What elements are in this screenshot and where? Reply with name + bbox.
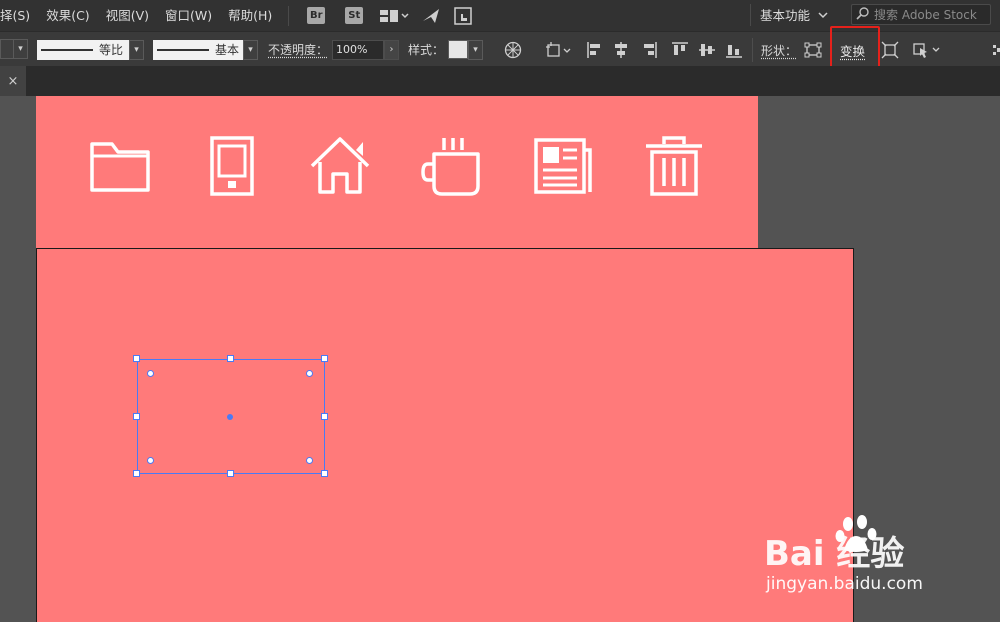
- style-label: 样式：: [408, 39, 444, 60]
- resize-handle-sw[interactable]: [133, 470, 140, 477]
- center-point: [227, 414, 233, 420]
- close-tab-icon[interactable]: ×: [0, 66, 26, 96]
- isolate-object-icon[interactable]: [881, 41, 899, 59]
- chevron-down-icon: [818, 7, 828, 22]
- watermark-url: jingyan.baidu.com: [766, 574, 923, 594]
- menu-effect[interactable]: 效果(C): [38, 0, 97, 31]
- brush-line-preview: [157, 49, 209, 51]
- opacity-label[interactable]: 不透明度：: [268, 39, 328, 60]
- select-similar-icon[interactable]: [912, 41, 942, 59]
- corner-widget-tl[interactable]: [147, 370, 154, 377]
- style-swatch: [448, 40, 468, 59]
- brush-dropdown-arrow[interactable]: ▾: [243, 40, 258, 60]
- document-tab-bar: ×: [0, 66, 1000, 96]
- stock-button[interactable]: St: [345, 7, 363, 24]
- bridge-button[interactable]: Br: [307, 7, 325, 24]
- menu-view[interactable]: 视图(V): [98, 0, 157, 31]
- opacity-arrow-button[interactable]: ›: [384, 40, 399, 60]
- search-input[interactable]: [874, 8, 992, 22]
- corner-widget-tr[interactable]: [306, 370, 313, 377]
- artboard-icons[interactable]: [36, 96, 758, 248]
- align-vertical-center-icon[interactable]: [698, 41, 716, 59]
- workspace-label: 基本功能: [760, 5, 810, 24]
- search-icon: [856, 6, 870, 23]
- resize-handle-se[interactable]: [321, 470, 328, 477]
- resize-handle-n[interactable]: [227, 355, 234, 362]
- canvas[interactable]: Bai 经验 jingyan.baidu.com: [0, 96, 1000, 622]
- opacity-control: ›: [332, 39, 399, 60]
- workspace-separator: [750, 4, 751, 26]
- stroke-weight-dropdown[interactable]: ▾: [13, 39, 28, 59]
- brush-label: 基本: [215, 41, 239, 58]
- home-icon: [308, 134, 372, 198]
- stock-search: [851, 4, 991, 25]
- gpu-performance-icon[interactable]: [419, 4, 443, 28]
- tablet-icon: [200, 134, 264, 198]
- corner-widget-bl[interactable]: [147, 457, 154, 464]
- coffee-cup-icon: [420, 134, 484, 198]
- trash-icon: [642, 134, 706, 198]
- stroke-weight-field[interactable]: [0, 39, 14, 59]
- profile-label: 等比: [99, 41, 123, 58]
- menu-select[interactable]: 择(S): [0, 0, 38, 31]
- workspace-switcher[interactable]: 基本功能: [760, 5, 828, 24]
- profile-dropdown-arrow[interactable]: ▾: [129, 40, 144, 60]
- resize-handle-e[interactable]: [321, 413, 328, 420]
- align-top-icon[interactable]: [671, 41, 689, 59]
- variable-width-profile[interactable]: 等比 ▾: [37, 39, 144, 60]
- resize-handle-w[interactable]: [133, 413, 140, 420]
- watermark-brand: Bai 经验: [764, 526, 904, 575]
- resize-handle-ne[interactable]: [321, 355, 328, 362]
- align-right-icon[interactable]: [640, 41, 658, 59]
- style-dropdown-arrow[interactable]: ▾: [468, 40, 483, 60]
- menu-separator: [288, 6, 289, 26]
- resize-handle-nw[interactable]: [133, 355, 140, 362]
- touch-workspace-icon[interactable]: [451, 4, 475, 28]
- graphic-style-picker[interactable]: ▾: [448, 39, 483, 60]
- menu-help[interactable]: 帮助(H): [220, 0, 280, 31]
- shape-bounds-icon[interactable]: [804, 41, 822, 59]
- panel-menu-icon[interactable]: [990, 41, 1000, 59]
- align-horizontal-center-icon[interactable]: [612, 41, 630, 59]
- watermark: Bai 经验 jingyan.baidu.com: [764, 512, 994, 622]
- recolor-artwork-icon[interactable]: [504, 41, 522, 59]
- align-left-icon[interactable]: [586, 41, 604, 59]
- menu-window[interactable]: 窗口(W): [157, 0, 220, 31]
- arrange-documents-icon[interactable]: [377, 4, 411, 28]
- shape-label[interactable]: 形状：: [761, 40, 797, 61]
- opacity-input[interactable]: [332, 40, 384, 60]
- align-to-icon[interactable]: [545, 41, 573, 59]
- corner-widget-br[interactable]: [306, 457, 313, 464]
- brush-definition[interactable]: 基本 ▾: [153, 39, 258, 60]
- control-separator: [752, 38, 753, 62]
- align-bottom-icon[interactable]: [725, 41, 743, 59]
- resize-handle-s[interactable]: [227, 470, 234, 477]
- newspaper-icon: [530, 134, 594, 198]
- profile-line-preview: [41, 49, 93, 51]
- folder-icon: [88, 134, 152, 198]
